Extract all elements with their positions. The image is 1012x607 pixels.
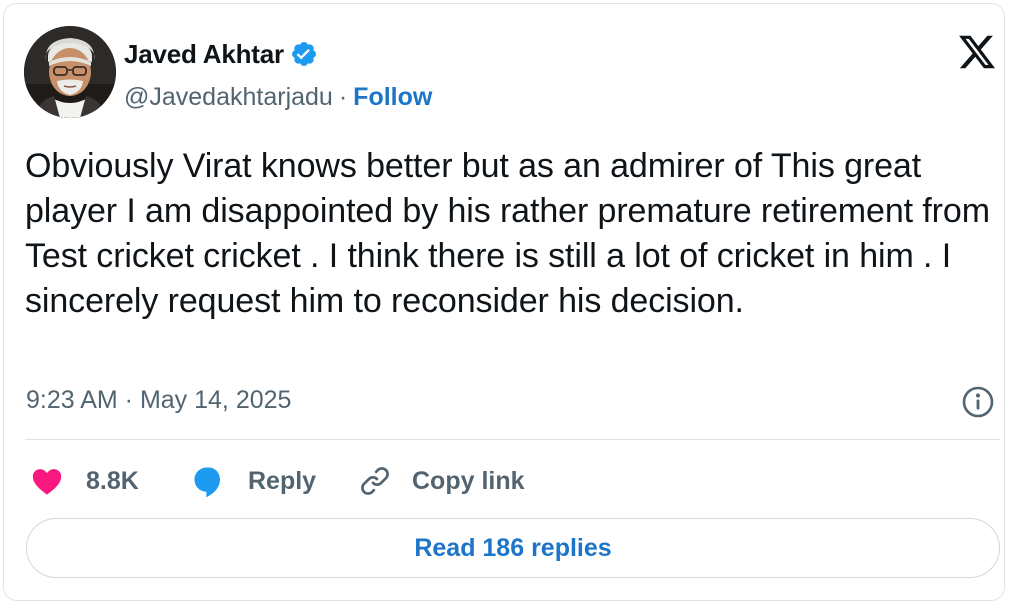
x-logo-icon[interactable] (956, 32, 998, 72)
verified-badge-icon (290, 40, 318, 68)
like-button[interactable]: 8.8K (30, 459, 139, 503)
copy-link-label: Copy link (412, 466, 525, 495)
link-icon (361, 467, 389, 495)
author-handle[interactable]: @Javedakhtarjadu (124, 83, 333, 112)
separator-dot: · (338, 82, 348, 111)
speech-bubble-icon (194, 467, 220, 498)
avatar-portrait-icon (24, 26, 116, 118)
info-icon[interactable] (961, 385, 995, 419)
tweet-text: Obviously Virat knows better but as an a… (25, 147, 990, 320)
author-handle-row: @Javedakhtarjadu · Follow (124, 80, 432, 114)
read-replies-button[interactable]: Read 186 replies (26, 518, 1000, 578)
author-name-row: Javed Akhtar (124, 36, 318, 72)
reply-button[interactable]: Reply (190, 459, 316, 503)
like-count: 8.8K (86, 466, 139, 495)
copy-link-button[interactable]: Copy link (358, 459, 525, 503)
reply-label: Reply (248, 466, 317, 495)
tweet-timestamp[interactable]: 9:23 AM · May 14, 2025 (26, 386, 291, 415)
follow-button[interactable]: Follow (353, 83, 432, 112)
avatar[interactable] (24, 26, 116, 118)
heart-icon (32, 469, 62, 495)
author-name[interactable]: Javed Akhtar (124, 39, 284, 70)
divider (25, 439, 1000, 440)
tweet-embed-card: Javed Akhtar @Javedakhtarjadu · Follow O… (3, 3, 1005, 601)
